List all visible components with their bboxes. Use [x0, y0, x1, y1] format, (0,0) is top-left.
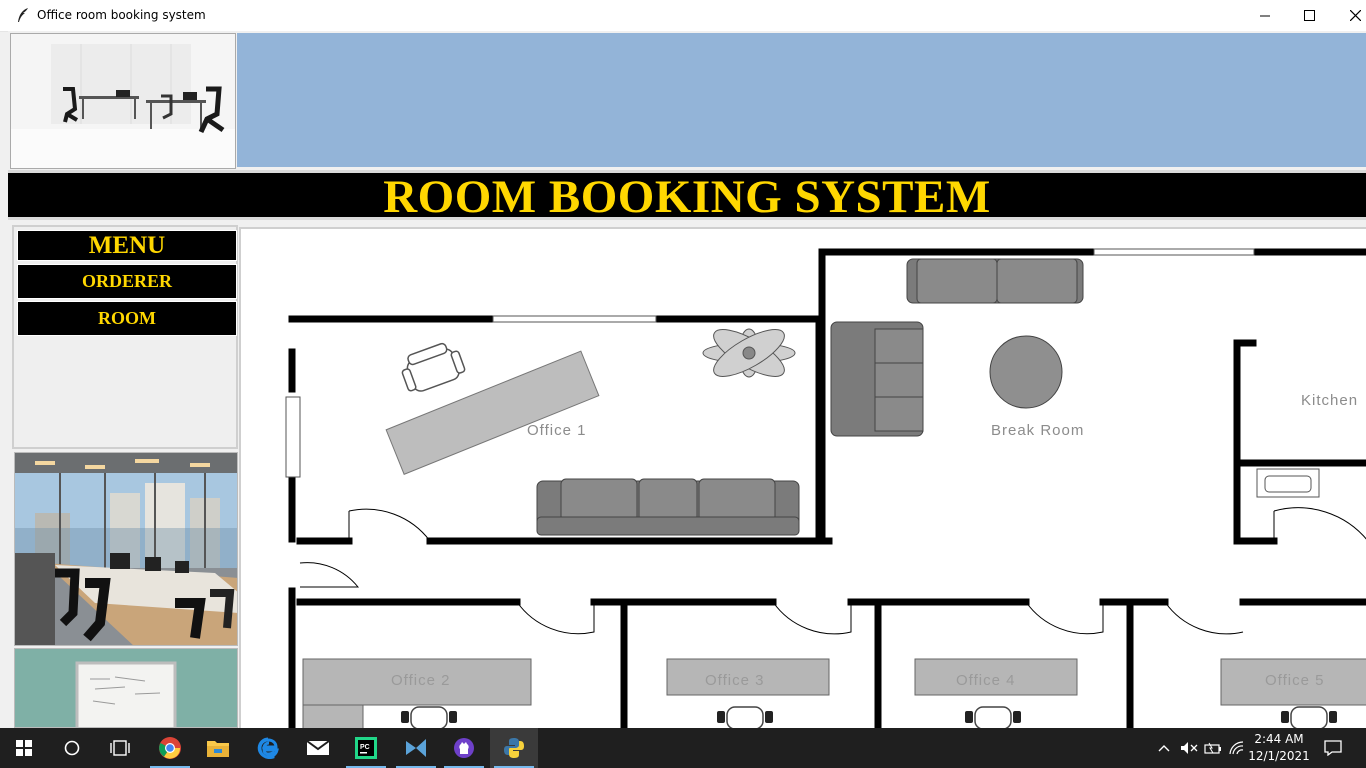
search-icon	[64, 740, 80, 756]
taskbar-vscode[interactable]	[392, 728, 440, 768]
file-explorer-icon	[207, 741, 229, 757]
notification-icon	[1324, 740, 1342, 756]
menu-panel: MENU ORDERER ROOM	[12, 225, 238, 449]
show-hidden-icons-button[interactable]	[1154, 728, 1174, 768]
taskbar-file-explorer[interactable]	[194, 728, 242, 768]
wifi-icon	[1229, 741, 1244, 755]
taskbar-github-desktop[interactable]	[440, 728, 488, 768]
room-label-kitchen: Kitchen	[1301, 392, 1358, 409]
feather-icon	[18, 8, 28, 22]
maximize-button[interactable]	[1286, 0, 1332, 31]
menu-heading: MENU	[17, 230, 237, 261]
volume-muted-icon	[1181, 742, 1198, 754]
close-button[interactable]	[1332, 0, 1366, 31]
floor-plan: Office 1 Break Room Kitchen Office 2 Off…	[239, 227, 1366, 730]
github-desktop-icon	[454, 738, 474, 758]
window-title: Office room booking system	[37, 8, 206, 22]
maximize-icon	[1303, 10, 1315, 21]
room-label-office-1: Office 1	[527, 422, 586, 439]
taskbar-edge[interactable]	[244, 728, 292, 768]
vscode-icon	[406, 739, 426, 757]
title-banner: ROOM BOOKING SYSTEM	[8, 170, 1366, 223]
taskbar-chrome[interactable]	[146, 728, 194, 768]
minimize-icon	[1260, 15, 1270, 16]
windows-taskbar: PC 2:44 AM 12/1/2021	[0, 728, 1366, 768]
menu-button-orderer[interactable]: ORDERER	[17, 264, 237, 299]
network-button[interactable]	[1226, 728, 1248, 768]
chevron-up-icon	[1158, 745, 1170, 752]
header-color-band	[237, 33, 1366, 167]
python-icon	[504, 738, 524, 758]
office-header-photo	[10, 33, 236, 169]
task-view-button[interactable]	[96, 728, 144, 768]
room-label-office-2: Office 2	[391, 672, 450, 689]
taskbar-pycharm[interactable]: PC	[342, 728, 390, 768]
window-title-bar: Office room booking system	[0, 0, 1366, 32]
office-interior-photo	[14, 452, 238, 646]
pycharm-icon: PC	[355, 737, 377, 759]
chrome-icon	[159, 737, 181, 759]
battery-button[interactable]	[1202, 728, 1224, 768]
start-icon	[16, 740, 32, 756]
minimize-button[interactable]	[1242, 0, 1288, 31]
room-label-office-3: Office 3	[705, 672, 764, 689]
volume-button[interactable]	[1178, 728, 1200, 768]
clock-date: 12/1/2021	[1248, 749, 1310, 763]
menu-button-room[interactable]: ROOM	[17, 301, 237, 336]
svg-text:PC: PC	[360, 744, 370, 751]
close-icon	[1349, 10, 1361, 21]
whiteboard-photo	[14, 648, 238, 728]
taskbar-clock[interactable]: 2:44 AM 12/1/2021	[1246, 731, 1312, 765]
task-view-icon	[110, 740, 130, 756]
banner-title: ROOM BOOKING SYSTEM	[383, 171, 991, 223]
edge-icon	[257, 737, 279, 759]
battery-icon	[1204, 742, 1221, 754]
action-center-button[interactable]	[1318, 728, 1348, 768]
search-button[interactable]	[48, 728, 96, 768]
app-window: ROOM BOOKING SYSTEM MENU ORDERER ROOM Of…	[8, 31, 1366, 730]
taskbar-python[interactable]	[490, 728, 538, 768]
room-label-office-4: Office 4	[956, 672, 1015, 689]
start-button[interactable]	[0, 728, 48, 768]
mail-icon	[306, 740, 330, 755]
room-label-break-room: Break Room	[991, 422, 1084, 439]
taskbar-mail[interactable]	[294, 728, 342, 768]
clock-time: 2:44 AM	[1254, 732, 1304, 746]
room-label-office-5: Office 5	[1265, 672, 1324, 689]
